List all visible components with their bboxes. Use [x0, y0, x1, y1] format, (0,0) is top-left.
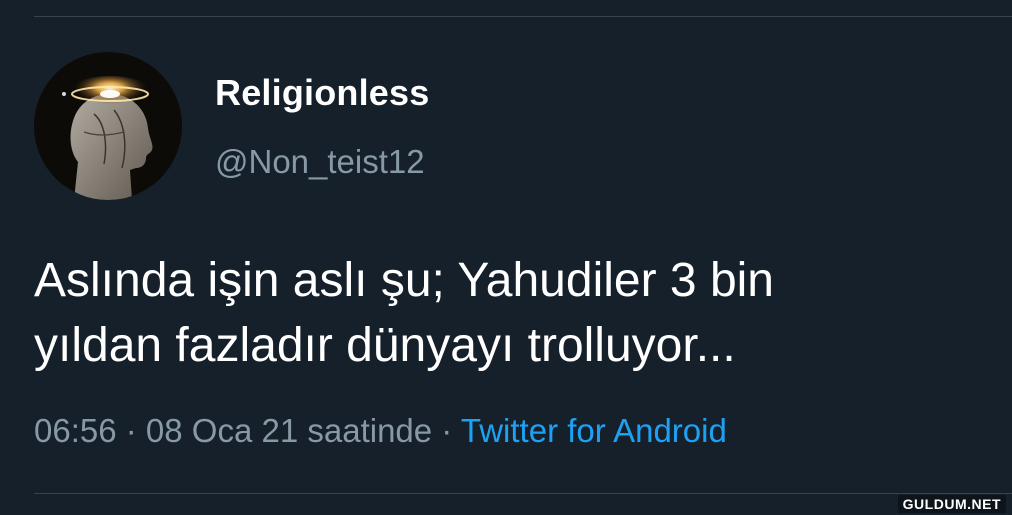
meta-separator: · [432, 412, 461, 449]
display-name[interactable]: Religionless [215, 72, 429, 114]
meta-separator: · [116, 412, 146, 449]
tweet-time[interactable]: 06:56 [34, 412, 117, 449]
avatar-head-with-halo-icon [34, 52, 182, 200]
tweet-text: Aslında işin aslı şu; Yahudiler 3 bin yı… [34, 248, 994, 378]
avatar[interactable] [34, 52, 182, 200]
divider-top [34, 16, 1012, 17]
divider-bottom [34, 493, 1012, 494]
tweet-card: Religionless @Non_teist12 Aslında işin a… [0, 0, 1012, 515]
watermark: GULDUM.NET [897, 495, 1006, 513]
tweet-date[interactable]: 08 Oca 21 saatinde [146, 412, 432, 449]
tweet-text-line: Aslında işin aslı şu; Yahudiler 3 bin [34, 254, 774, 307]
tweet-source-link[interactable]: Twitter for Android [461, 412, 727, 449]
tweet-meta: 06:56 · 08 Oca 21 saatinde · Twitter for… [34, 412, 727, 450]
tweet-text-line: yıldan fazladır dünyayı trolluyor... [34, 319, 736, 372]
user-handle[interactable]: @Non_teist12 [215, 143, 425, 181]
